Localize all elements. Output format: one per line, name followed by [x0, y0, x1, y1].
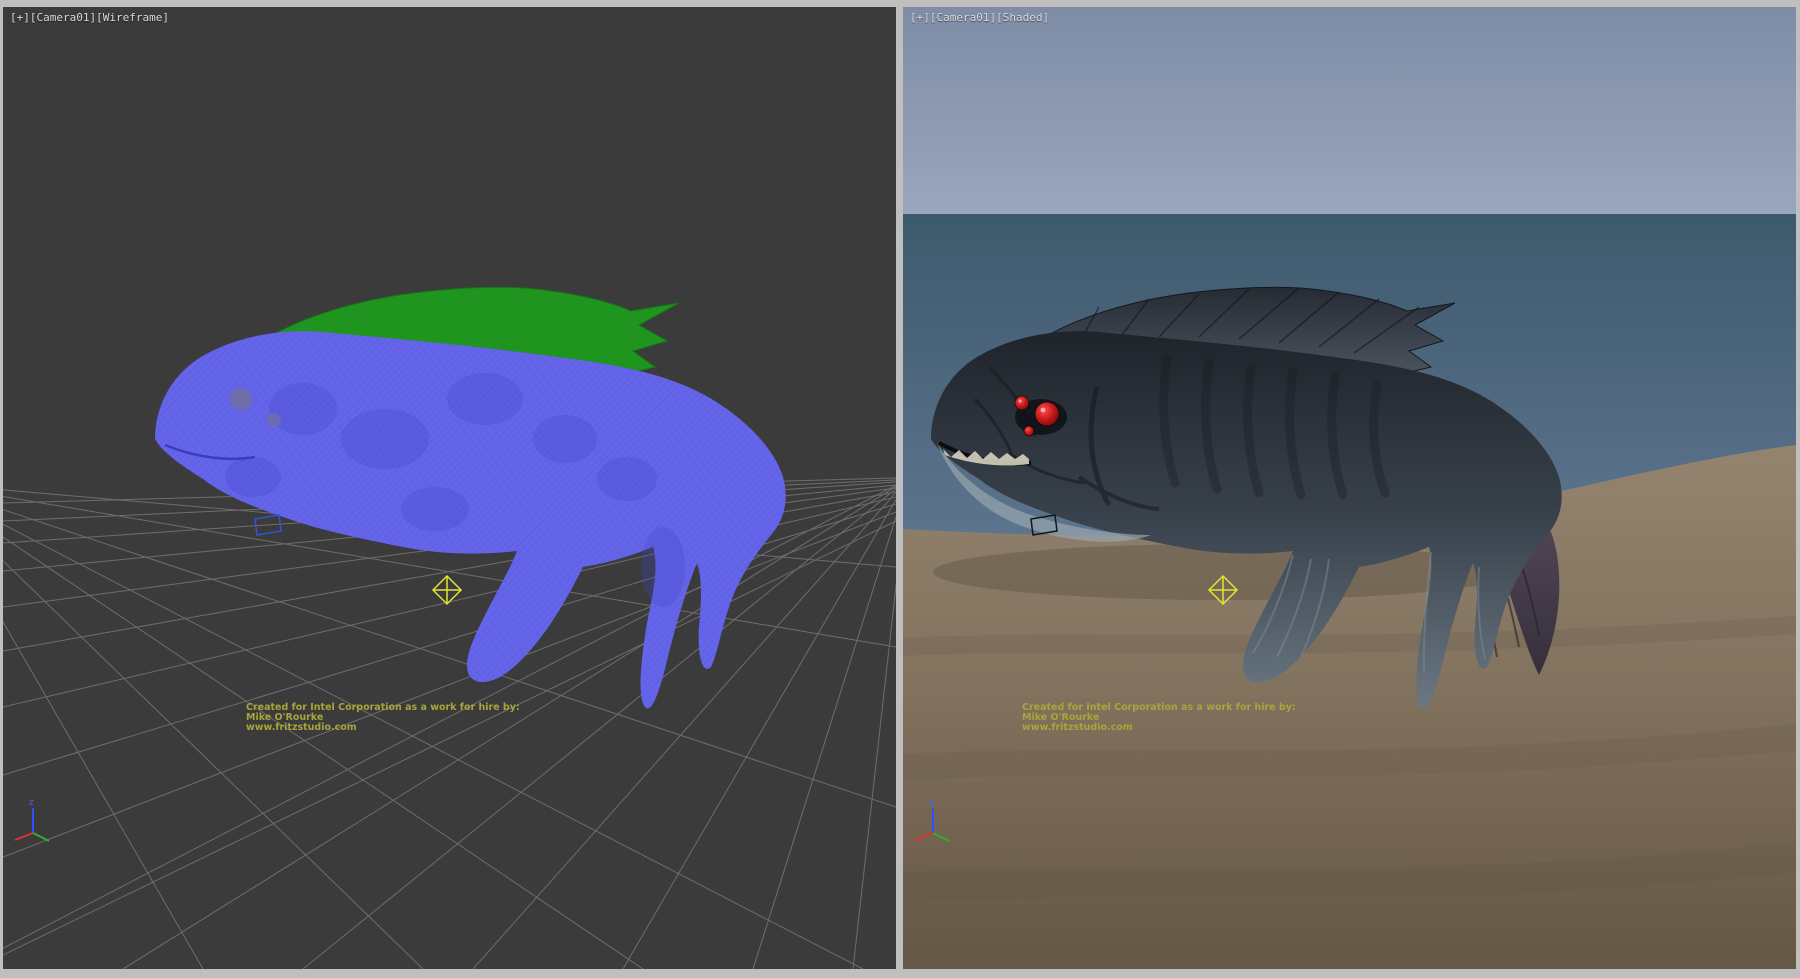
sky	[903, 7, 1796, 214]
viewport-shaded[interactable]: Created for Intel Corporation as a work …	[903, 7, 1796, 969]
viewport-label: [+][Camera01][Shaded]	[910, 11, 1049, 24]
max-viewport-area: Created for Intel Corporation as a work …	[0, 0, 1800, 978]
axis-z-label: z	[929, 798, 934, 808]
svg-text:www.fritzstudio.com: www.fritzstudio.com	[246, 722, 357, 733]
viewport-menu-pov[interactable]: [Camera01]	[30, 11, 96, 24]
viewport-label: [+][Camera01][Wireframe]	[10, 11, 169, 24]
viewport-menu-general[interactable]: [+]	[10, 11, 30, 24]
svg-text:www.fritzstudio.com: www.fritzstudio.com	[1022, 722, 1133, 733]
viewport-menu-shading[interactable]: [Shaded]	[996, 11, 1049, 24]
viewport-menu-general[interactable]: [+]	[910, 11, 930, 24]
eye-spot-large	[230, 388, 252, 410]
wireframe-canvas[interactable]: Created for Intel Corporation as a work …	[3, 7, 896, 969]
viewport-wireframe[interactable]: Created for Intel Corporation as a work …	[3, 7, 896, 969]
axis-z-label: z	[29, 798, 34, 808]
shaded-canvas[interactable]: Created for Intel Corporation as a work …	[903, 7, 1796, 969]
viewport-menu-pov[interactable]: [Camera01]	[930, 11, 996, 24]
viewport-menu-shading[interactable]: [Wireframe]	[96, 11, 169, 24]
eye-spot-small	[267, 413, 281, 427]
